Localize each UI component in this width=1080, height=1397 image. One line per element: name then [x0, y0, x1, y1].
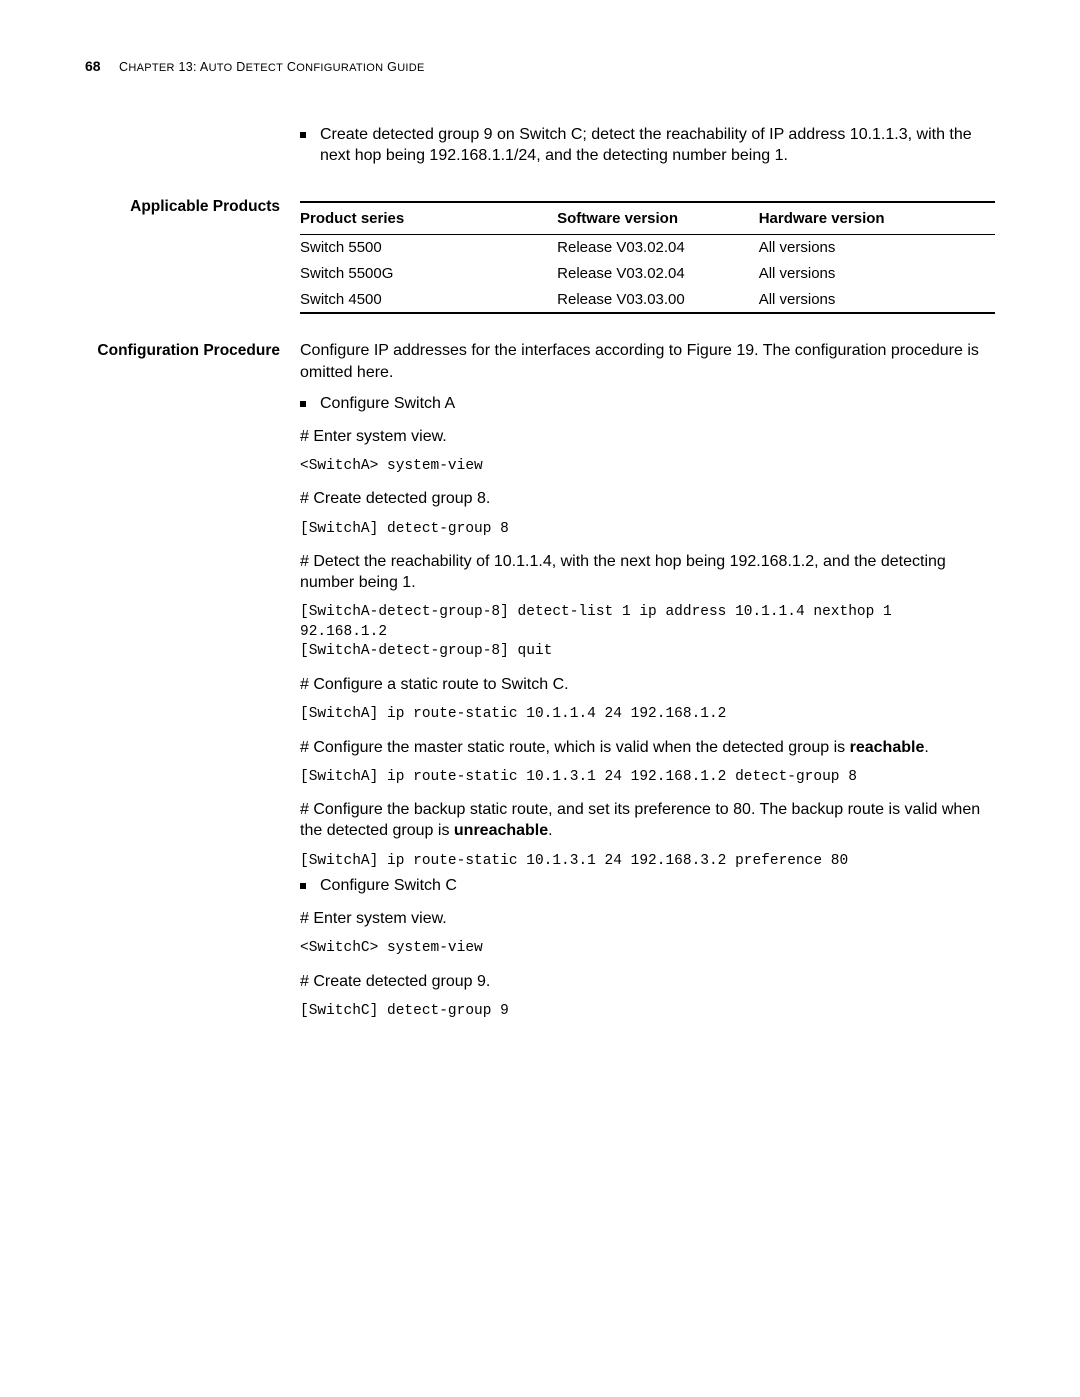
bullet-icon	[300, 401, 306, 407]
cli-block: [SwitchC] detect-group 9	[300, 1002, 995, 1022]
intro-bullet-text: Create detected group 9 on Switch C; det…	[320, 124, 995, 166]
bullet-item: Configure Switch C	[300, 875, 995, 896]
td: Release V03.02.04	[557, 264, 759, 284]
chapter-title: CHAPTER 13: AUTO DETECT CONFIGURATION GU…	[119, 60, 425, 74]
th-product-series: Product series	[300, 209, 557, 229]
step-text: # Enter system view.	[300, 908, 995, 929]
step-text: # Detect the reachability of 10.1.1.4, w…	[300, 551, 995, 593]
page-header: 68 CHAPTER 13: AUTO DETECT CONFIGURATION…	[85, 58, 995, 76]
bullet-switch-a: Configure Switch A	[320, 393, 995, 414]
table-row: Switch 4500 Release V03.03.00 All versio…	[300, 287, 995, 313]
intro-area: Create detected group 9 on Switch C; det…	[300, 124, 995, 196]
cli-block: [SwitchA] ip route-static 10.1.3.1 24 19…	[300, 852, 995, 872]
td: Switch 5500G	[300, 264, 557, 284]
bullet-item: Configure Switch A	[300, 393, 995, 414]
th-software-version: Software version	[557, 209, 759, 229]
products-table-area: Product series Software version Hardware…	[300, 196, 995, 340]
page: 68 CHAPTER 13: AUTO DETECT CONFIGURATION…	[0, 0, 1080, 1094]
td: All versions	[759, 238, 995, 258]
td: Switch 5500	[300, 238, 557, 258]
cli-block: <SwitchA> system-view	[300, 457, 995, 477]
config-procedure-label: Configuration Procedure	[85, 340, 280, 1033]
bullet-icon	[300, 883, 306, 889]
cli-block: [SwitchA-detect-group-8] detect-list 1 i…	[300, 603, 995, 662]
td: All versions	[759, 264, 995, 284]
step-text: # Configure the master static route, whi…	[300, 737, 995, 758]
table-row: Switch 5500 Release V03.02.04 All versio…	[300, 235, 995, 261]
cli-block: [SwitchA] ip route-static 10.1.1.4 24 19…	[300, 705, 995, 725]
page-number: 68	[85, 58, 101, 74]
step-text: # Configure a static route to Switch C.	[300, 674, 995, 695]
config-body: Configure IP addresses for the interface…	[300, 340, 995, 1033]
products-table: Product series Software version Hardware…	[300, 201, 995, 314]
bullet-icon	[300, 132, 306, 138]
table-header-row: Product series Software version Hardware…	[300, 203, 995, 235]
td: Release V03.03.00	[557, 290, 759, 310]
table-row: Switch 5500G Release V03.02.04 All versi…	[300, 261, 995, 287]
step-text: # Configure the backup static route, and…	[300, 799, 995, 841]
step-text: # Create detected group 9.	[300, 971, 995, 992]
bullet-item: Create detected group 9 on Switch C; det…	[300, 124, 995, 166]
config-intro: Configure IP addresses for the interface…	[300, 340, 995, 382]
cli-block: <SwitchC> system-view	[300, 939, 995, 959]
td: Release V03.02.04	[557, 238, 759, 258]
step-text: # Enter system view.	[300, 426, 995, 447]
td: Switch 4500	[300, 290, 557, 310]
th-hardware-version: Hardware version	[759, 209, 995, 229]
step-text: # Create detected group 8.	[300, 488, 995, 509]
cli-block: [SwitchA] detect-group 8	[300, 520, 995, 540]
content-grid: Create detected group 9 on Switch C; det…	[85, 124, 995, 1034]
applicable-products-label: Applicable Products	[85, 196, 280, 340]
td: All versions	[759, 290, 995, 310]
cli-block: [SwitchA] ip route-static 10.1.3.1 24 19…	[300, 768, 995, 788]
bullet-switch-c: Configure Switch C	[320, 875, 995, 896]
